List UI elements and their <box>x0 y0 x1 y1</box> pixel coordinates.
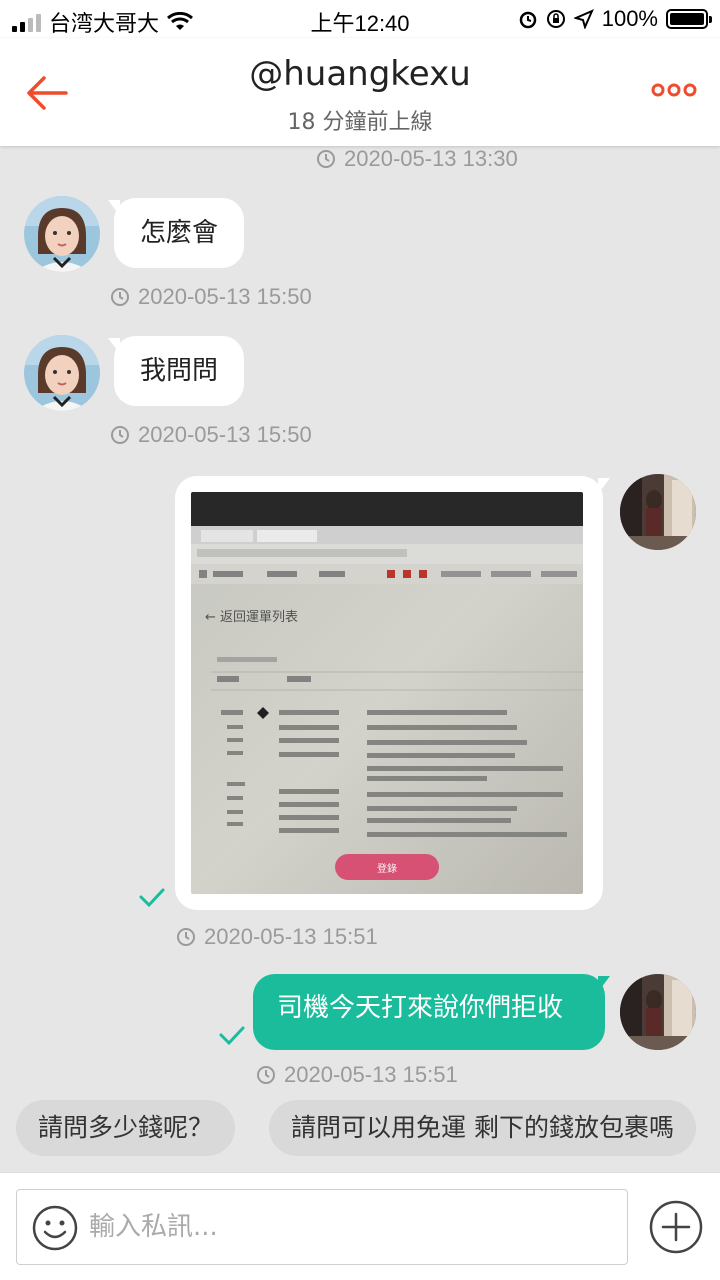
message-input[interactable] <box>89 1190 619 1264</box>
message-bubble-outgoing[interactable]: 司機今天打來說你們拒收 <box>253 974 605 1050</box>
more-dots-icon[interactable] <box>650 78 698 102</box>
message-bubble-incoming[interactable]: 怎麼會 <box>114 198 245 268</box>
rotation-lock-icon <box>546 10 565 28</box>
quick-reply-chip[interactable]: 請問多少錢呢？ <box>16 1100 236 1156</box>
alarm-icon <box>519 11 536 29</box>
check-icon <box>139 888 165 908</box>
image-message-bubble[interactable]: ← 返回運單列表 登錄 <box>175 476 603 910</box>
message-timestamp: 2020-05-13 15:51 <box>176 924 378 950</box>
location-icon <box>573 9 594 29</box>
clock-icon <box>177 928 195 946</box>
check-icon <box>219 1026 245 1046</box>
quick-reply-bar[interactable]: 請問多少錢呢？ 請問可以用免運 剩下的錢放包裹嗎 <box>0 1100 720 1156</box>
clock-icon <box>317 150 335 168</box>
clock-icon <box>111 288 129 306</box>
clock-icon <box>111 426 129 444</box>
chat-thread[interactable]: 2020-05-13 13:30 怎麼會 2020-05-13 15:50 我問… <box>0 146 720 1090</box>
chat-header: @huangkexu 18 分鐘前上線 <box>0 38 720 146</box>
plus-icon[interactable] <box>648 1199 704 1255</box>
message-input-box[interactable] <box>16 1189 628 1265</box>
clock-icon <box>257 1066 275 1084</box>
avatar-other[interactable] <box>24 196 100 272</box>
message-bubble-incoming[interactable]: 我問問 <box>114 336 245 406</box>
message-timestamp: 2020-05-13 13:30 <box>316 146 518 172</box>
message-timestamp: 2020-05-13 15:51 <box>256 1062 458 1088</box>
avatar-me[interactable] <box>620 474 696 550</box>
shared-photo[interactable]: ← 返回運單列表 登錄 <box>191 492 583 894</box>
quick-reply-chip[interactable]: 請問可以用免運 剩下的錢放包裹嗎 <box>269 1100 696 1156</box>
message-input-bar <box>0 1172 720 1280</box>
battery-percent: 100% <box>601 6 658 31</box>
last-online-status: 18 分鐘前上線 <box>287 110 433 135</box>
page-title: @huangkexu <box>249 54 471 94</box>
avatar-me[interactable] <box>620 974 696 1050</box>
battery-icon <box>666 9 712 29</box>
avatar-other[interactable] <box>24 335 100 411</box>
message-timestamp: 2020-05-13 15:50 <box>110 422 312 448</box>
message-timestamp: 2020-05-13 15:50 <box>110 284 312 310</box>
emoji-icon[interactable] <box>31 1204 79 1252</box>
status-bar: 台湾大哥大 上午12:40 100% <box>0 0 720 38</box>
